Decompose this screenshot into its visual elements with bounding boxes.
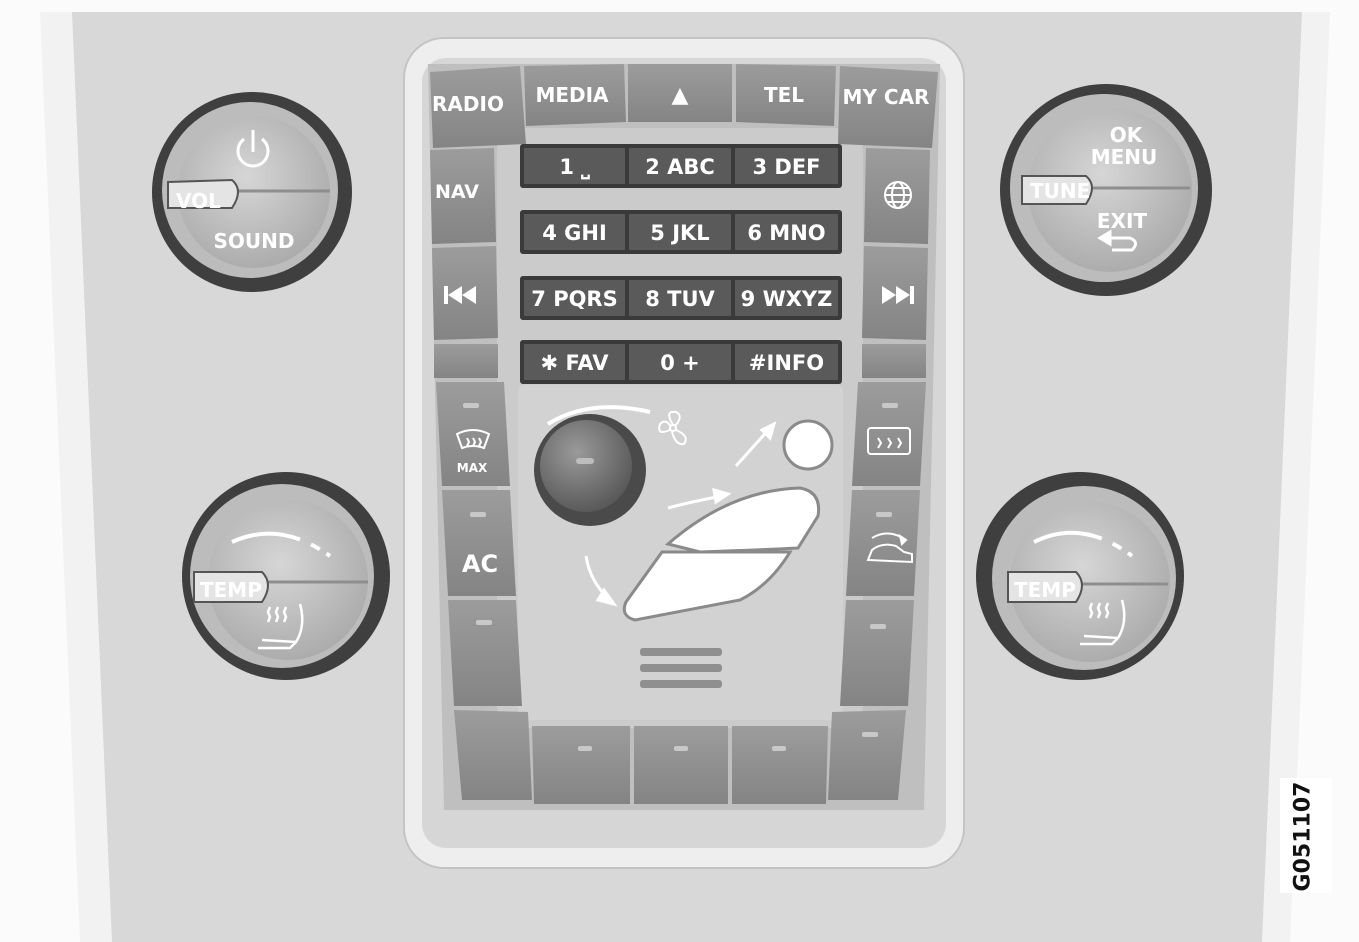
keypad-key-label: ✱ FAV (541, 351, 610, 375)
keypad-key[interactable]: 4 GHI (524, 214, 625, 250)
indicator-light (882, 403, 898, 408)
keypad-key-label: #INFO (749, 351, 824, 375)
left-blank-button[interactable] (434, 344, 498, 378)
control-panel-svg: RADIO MEDIA ▲ TEL MY CAR NAV 1 ⎵ 2 ABC 3… (40, 12, 1330, 942)
right-temp-label: TEMP (1014, 578, 1076, 602)
radio-label: RADIO (432, 92, 504, 116)
keypad-key-label: 3 DEF (752, 155, 820, 179)
keypad-key-label: 2 ABC (645, 155, 715, 179)
volume-knob[interactable]: VOL SOUND (152, 92, 352, 292)
tune-label: TUNE (1030, 179, 1090, 203)
keypad-key[interactable]: 8 TUV (629, 280, 731, 316)
indicator-light (772, 746, 786, 751)
right-corner-button[interactable] (828, 710, 906, 800)
globe-button[interactable] (864, 148, 930, 244)
tune-knob[interactable]: TUNE OK MENU EXIT (1000, 84, 1212, 296)
eject-button[interactable]: ▲ (628, 64, 732, 122)
rear-defrost-button[interactable] (852, 382, 926, 486)
my-car-button[interactable]: MY CAR (838, 66, 938, 148)
bottom-button-row (532, 726, 828, 804)
media-button[interactable]: MEDIA (524, 64, 626, 126)
indicator-light (870, 624, 886, 629)
keypad-key[interactable]: 1 ⎵ (524, 148, 625, 184)
eject-icon: ▲ (672, 83, 689, 108)
nav-button[interactable]: NAV (430, 148, 496, 244)
keypad-key-label: 7 PQRS (531, 287, 617, 311)
keypad-key-label: 6 MNO (747, 221, 825, 245)
sound-label: SOUND (214, 229, 295, 253)
keypad-key[interactable]: 9 WXYZ (735, 280, 838, 316)
bottom-button-3[interactable] (732, 726, 828, 804)
prev-track-button[interactable] (432, 246, 498, 340)
defrost-max-button[interactable]: MAX (436, 382, 510, 486)
indicator-light (674, 746, 688, 751)
indicator-light (476, 620, 492, 625)
left-climate-blank-button[interactable] (448, 600, 522, 706)
indicator-light (463, 403, 479, 408)
keypad-key[interactable]: ✱ FAV (524, 344, 625, 380)
right-climate-blank-button[interactable] (840, 600, 914, 706)
right-blank-button[interactable] (862, 344, 926, 378)
menu-label: MENU (1091, 145, 1158, 169)
keypad-key-label: 1 ⎵ (559, 155, 590, 180)
keypad-key[interactable]: 2 ABC (629, 148, 731, 184)
keypad-key[interactable]: #INFO (735, 344, 838, 380)
airflow-head-button[interactable] (782, 419, 834, 471)
keypad-key[interactable]: 3 DEF (735, 148, 838, 184)
keypad-key-label: 4 GHI (542, 221, 607, 245)
left-corner-button[interactable] (454, 710, 532, 800)
ac-button[interactable]: AC (442, 490, 516, 596)
max-label: MAX (457, 461, 488, 475)
media-label: MEDIA (535, 83, 609, 107)
next-track-button[interactable] (862, 246, 928, 340)
keypad-key[interactable]: 5 JKL (629, 214, 731, 250)
left-temp-label: TEMP (200, 578, 262, 602)
keypad-key-label: 0 + (660, 351, 700, 375)
left-temp-knob[interactable]: TEMP (182, 472, 390, 680)
tel-button[interactable]: TEL (736, 64, 836, 126)
radio-button[interactable]: RADIO (430, 66, 526, 148)
recirculation-button[interactable] (846, 490, 920, 596)
keypad-key[interactable]: 7 PQRS (524, 280, 625, 316)
figure-code-text: G051107 (1290, 781, 1316, 891)
exit-label: EXIT (1097, 209, 1148, 233)
control-panel-illustration: RADIO MEDIA ▲ TEL MY CAR NAV 1 ⎵ 2 ABC 3… (0, 0, 1359, 942)
indicator-light (862, 732, 878, 737)
nav-label: NAV (435, 181, 479, 203)
air-vent-lines (640, 648, 722, 688)
my-car-label: MY CAR (843, 85, 930, 109)
figure-code: G051107 (1268, 776, 1338, 896)
indicator-light (470, 512, 486, 517)
right-temp-knob[interactable]: TEMP (976, 472, 1184, 680)
keypad-key-label: 9 WXYZ (741, 287, 833, 311)
bottom-button-2[interactable] (634, 726, 728, 804)
ok-label: OK (1110, 123, 1144, 147)
bottom-button-1[interactable] (532, 726, 630, 804)
keypad-key-label: 5 JKL (650, 221, 709, 245)
fan-knob[interactable] (534, 414, 646, 526)
keypad-key[interactable]: 6 MNO (735, 214, 838, 250)
tel-label: TEL (764, 83, 804, 107)
keypad-key[interactable]: 0 + (629, 344, 731, 380)
indicator-light (578, 746, 592, 751)
keypad-key-label: 8 TUV (645, 287, 715, 311)
indicator-light (876, 512, 892, 517)
vol-label: VOL (176, 189, 221, 213)
ac-label: AC (462, 550, 498, 578)
